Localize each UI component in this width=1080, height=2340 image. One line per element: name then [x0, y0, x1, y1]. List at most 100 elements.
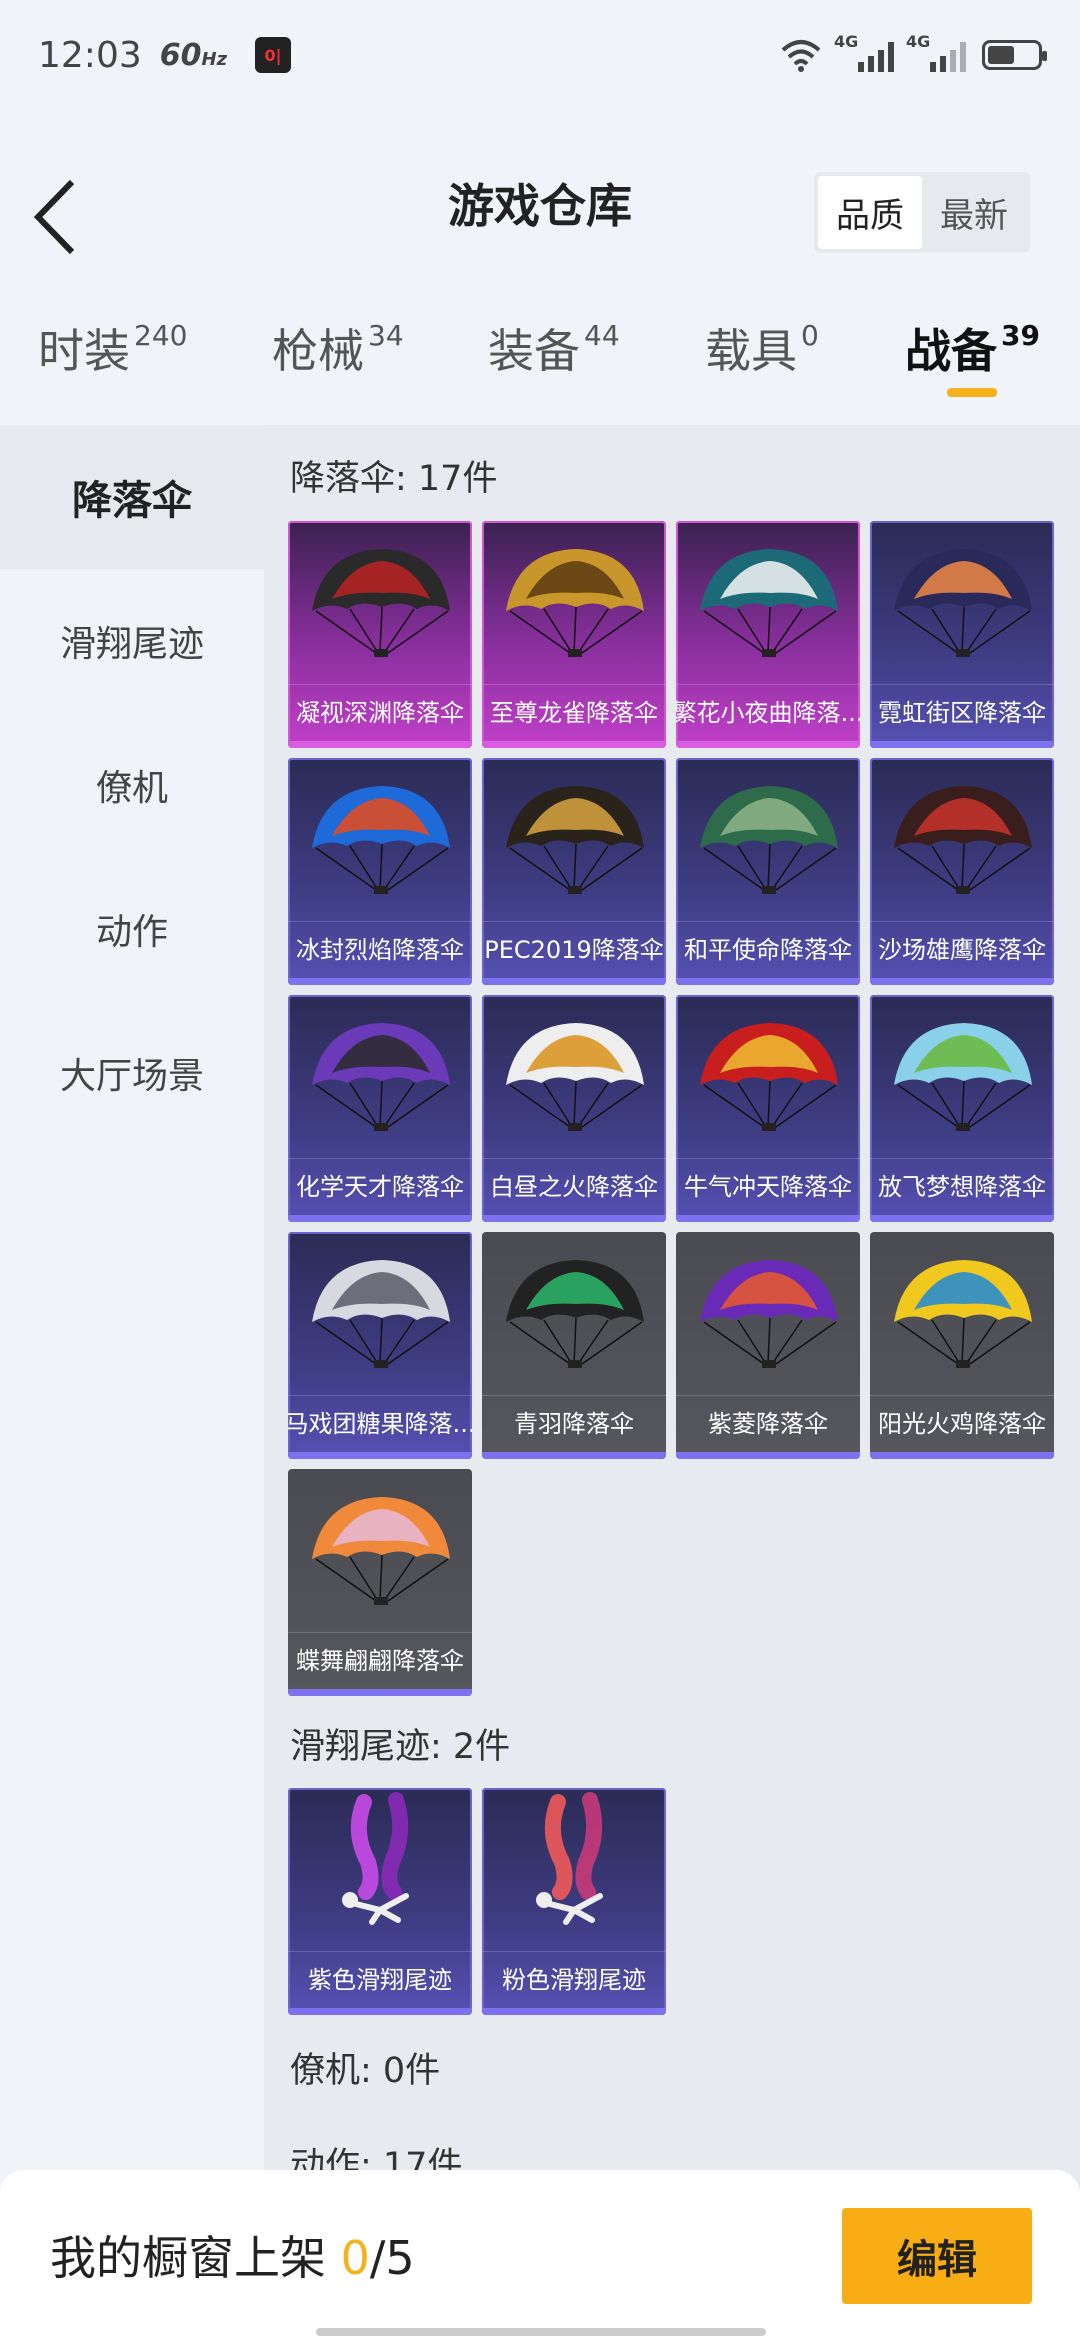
item-card[interactable]: 至尊龙雀降落伞 [482, 521, 666, 748]
item-list: 降落伞: 17件 凝视深渊降落伞 至尊龙雀降落伞 繁花小夜曲降落... 霓虹街区降落伞… [264, 425, 1080, 2340]
parachute-icon [312, 1497, 450, 1605]
showcase-bar: 我的橱窗上架 0/5 编辑 [0, 2170, 1080, 2340]
item-card[interactable]: PEC2019降落伞 [482, 758, 666, 985]
wifi-icon [781, 40, 821, 72]
cellular-signal-icon: 4G [834, 32, 894, 72]
sidebar-item-parachute[interactable]: 降落伞 [0, 425, 264, 569]
rarity-bar [482, 1215, 666, 1222]
item-card[interactable]: 繁花小夜曲降落... [676, 521, 860, 748]
item-name: 凝视深渊降落伞 [288, 684, 472, 736]
item-name: 和平使命降落伞 [676, 921, 860, 973]
item-card[interactable]: 化学天才降落伞 [288, 995, 472, 1222]
cellular-signal-icon: 4G [906, 32, 966, 72]
parachute-icon [312, 1260, 450, 1368]
rarity-bar [482, 1452, 666, 1459]
rarity-bar [482, 2008, 666, 2015]
tab-indicator [947, 388, 997, 397]
tab-equipment[interactable]: 装备 44 [488, 315, 620, 381]
rarity-bar [482, 741, 666, 748]
sidebar-item-glide-trail[interactable]: 滑翔尾迹 [0, 569, 264, 713]
parachute-icon [506, 786, 644, 894]
sidebar-item-wingman[interactable]: 僚机 [0, 713, 264, 857]
item-name: 紫色滑翔尾迹 [288, 1951, 472, 2003]
item-card[interactable]: 凝视深渊降落伞 [288, 521, 472, 748]
item-card[interactable]: 蝶舞翩翩降落伞 [288, 1469, 472, 1696]
category-tabs: 时装 240 枪械 34 装备 44 载具 0 战备 39 [0, 300, 1080, 425]
parachute-icon [700, 786, 838, 894]
rarity-bar [288, 1452, 472, 1459]
parachute-icon [700, 1260, 838, 1368]
showcase-status: 我的橱窗上架 0/5 [50, 2231, 415, 2285]
item-card[interactable]: 白昼之火降落伞 [482, 995, 666, 1222]
app-notification-icon: 0| [255, 37, 292, 73]
item-name: 青羽降落伞 [482, 1395, 666, 1447]
item-name: 阳光火鸡降落伞 [870, 1395, 1054, 1447]
item-card[interactable]: 粉色滑翔尾迹 [482, 1788, 666, 2015]
rarity-bar [676, 741, 860, 748]
parachute-icon [700, 549, 838, 657]
item-name: 马戏团糖果降落... [288, 1395, 472, 1447]
tab-vehicles[interactable]: 载具 0 [705, 315, 819, 381]
item-name: 粉色滑翔尾迹 [482, 1951, 666, 2003]
item-card[interactable]: 放飞梦想降落伞 [870, 995, 1054, 1222]
tab-fashion[interactable]: 时装 240 [38, 315, 187, 381]
rarity-bar [870, 741, 1054, 748]
glide-trail-icon [536, 1792, 603, 1925]
battery-icon [982, 40, 1047, 70]
item-name: PEC2019降落伞 [482, 921, 666, 973]
item-card[interactable]: 霓虹街区降落伞 [870, 521, 1054, 748]
rarity-bar [676, 1452, 860, 1459]
sort-option-latest[interactable]: 最新 [922, 176, 1026, 249]
parachute-icon [894, 1023, 1032, 1131]
item-card[interactable]: 沙场雄鹰降落伞 [870, 758, 1054, 985]
rarity-bar [676, 978, 860, 985]
sidebar: 降落伞 滑翔尾迹 僚机 动作 大厅场景 [0, 425, 264, 2340]
edit-button[interactable]: 编辑 [842, 2208, 1032, 2304]
rarity-bar [288, 741, 472, 748]
parachute-icon [506, 549, 644, 657]
parachute-icon [312, 1023, 450, 1131]
home-indicator[interactable] [316, 2328, 766, 2336]
parachute-grid: 凝视深渊降落伞 至尊龙雀降落伞 繁花小夜曲降落... 霓虹街区降落伞冰封烈焰降落伞 PE… [288, 521, 1054, 1696]
rarity-bar [288, 1215, 472, 1222]
parachute-icon [506, 1260, 644, 1368]
item-card[interactable]: 冰封烈焰降落伞 [288, 758, 472, 985]
item-name: 沙场雄鹰降落伞 [870, 921, 1054, 973]
rarity-bar [288, 2008, 472, 2015]
rarity-bar [870, 1452, 1054, 1459]
header: 游戏仓库 品质 最新 [0, 110, 1080, 300]
parachute-icon [506, 1023, 644, 1131]
item-name: 繁花小夜曲降落... [676, 684, 860, 736]
item-name: 至尊龙雀降落伞 [482, 684, 666, 736]
section-title-parachute: 降落伞: 17件 [290, 459, 498, 499]
parachute-icon [700, 1023, 838, 1131]
item-card[interactable]: 马戏团糖果降落... [288, 1232, 472, 1459]
item-card[interactable]: 紫菱降落伞 [676, 1232, 860, 1459]
tab-combat-gear[interactable]: 战备 39 [905, 315, 1040, 381]
rarity-bar [870, 1215, 1054, 1222]
parachute-icon [894, 549, 1032, 657]
glide-trail-icon [342, 1792, 409, 1925]
sidebar-item-emote[interactable]: 动作 [0, 857, 264, 1001]
sidebar-item-lobby-scene[interactable]: 大厅场景 [0, 1001, 264, 1145]
rarity-bar [288, 978, 472, 985]
item-name: 白昼之火降落伞 [482, 1158, 666, 1210]
item-card[interactable]: 和平使命降落伞 [676, 758, 860, 985]
parachute-icon [312, 786, 450, 894]
item-card[interactable]: 青羽降落伞 [482, 1232, 666, 1459]
item-name: 紫菱降落伞 [676, 1395, 860, 1447]
parachute-icon [894, 786, 1032, 894]
item-name: 冰封烈焰降落伞 [288, 921, 472, 973]
parachute-icon [312, 549, 450, 657]
sort-toggle: 品质 最新 [814, 172, 1030, 253]
sort-option-quality[interactable]: 品质 [818, 176, 922, 249]
tab-weapons[interactable]: 枪械 34 [272, 315, 404, 381]
section-title-wingman: 僚机: 0件 [290, 2051, 441, 2091]
status-time: 12:03 [38, 34, 142, 76]
item-name: 牛气冲天降落伞 [676, 1158, 860, 1210]
item-card[interactable]: 阳光火鸡降落伞 [870, 1232, 1054, 1459]
glide-trail-grid: 紫色滑翔尾迹 粉色滑翔尾迹 [288, 1788, 1054, 2015]
refresh-rate: 60Hz [159, 37, 228, 73]
item-card[interactable]: 牛气冲天降落伞 [676, 995, 860, 1222]
item-card[interactable]: 紫色滑翔尾迹 [288, 1788, 472, 2015]
